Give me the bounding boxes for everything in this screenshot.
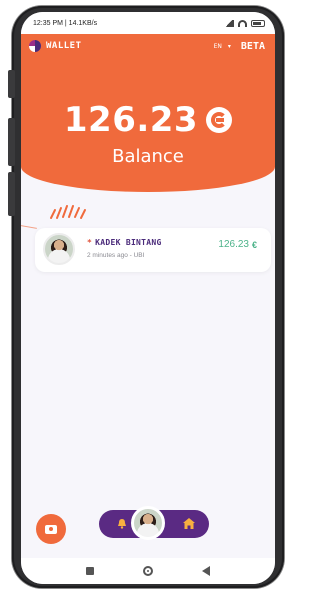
transaction-name: * KADEK BINTANG — [87, 238, 162, 247]
language-selector[interactable]: EN — [214, 43, 222, 50]
home-icon[interactable] — [183, 518, 195, 529]
transaction-card[interactable]: * KADEK BINTANG 2 minutes ago - UBI 126.2… — [35, 228, 271, 272]
avatar — [43, 233, 75, 265]
chevron-down-icon[interactable]: ▾ — [228, 43, 231, 50]
recent-apps-icon[interactable] — [85, 567, 94, 575]
side-button — [8, 172, 15, 216]
balance-label: Balance — [112, 146, 184, 167]
transaction-amount-value: 126.23 — [218, 239, 249, 250]
top-right-controls: EN ▾ BETA — [214, 41, 265, 52]
screen: 12:35 PM | 14.1KB/s WALLET EN ▾ BETA 126… — [21, 12, 275, 584]
status-time: 12:35 PM | 14.1KB/s — [33, 19, 98, 27]
decorative-line — [21, 224, 37, 229]
signal-icon — [224, 19, 234, 27]
transaction-meta: 2 minutes ago - UBI — [87, 252, 145, 259]
status-icons — [224, 19, 265, 27]
profile-avatar-button[interactable] — [131, 506, 165, 540]
bell-icon[interactable] — [117, 518, 127, 529]
transaction-name-text: KADEK BINTANG — [95, 238, 162, 247]
star-icon: * — [87, 238, 93, 247]
balance-row: 126.23 — [21, 100, 275, 140]
home-circle-icon[interactable] — [142, 566, 153, 576]
sparkle-icon — [50, 205, 86, 219]
balance-amount: 126.23 — [63, 100, 199, 140]
battery-icon — [251, 19, 265, 27]
transaction-amount: 126.23 € — [218, 239, 257, 250]
volume-button — [8, 70, 15, 98]
system-nav-bar — [21, 558, 275, 584]
beta-badge: BETA — [240, 40, 265, 52]
app-logo-icon — [29, 40, 41, 52]
balance-header: WALLET EN ▾ BETA 126.23 Balance — [21, 34, 275, 192]
coin-icon — [206, 107, 233, 133]
top-bar: WALLET EN ▾ BETA — [21, 34, 275, 58]
camera-button[interactable] — [36, 514, 66, 544]
app-title: WALLET — [46, 41, 82, 51]
power-button — [8, 118, 15, 166]
camera-icon — [45, 524, 57, 534]
status-bar: 12:35 PM | 14.1KB/s — [21, 12, 275, 34]
coin-icon: € — [251, 239, 257, 250]
brand: WALLET — [29, 40, 82, 52]
back-icon[interactable] — [202, 566, 211, 576]
wifi-icon — [238, 19, 247, 27]
